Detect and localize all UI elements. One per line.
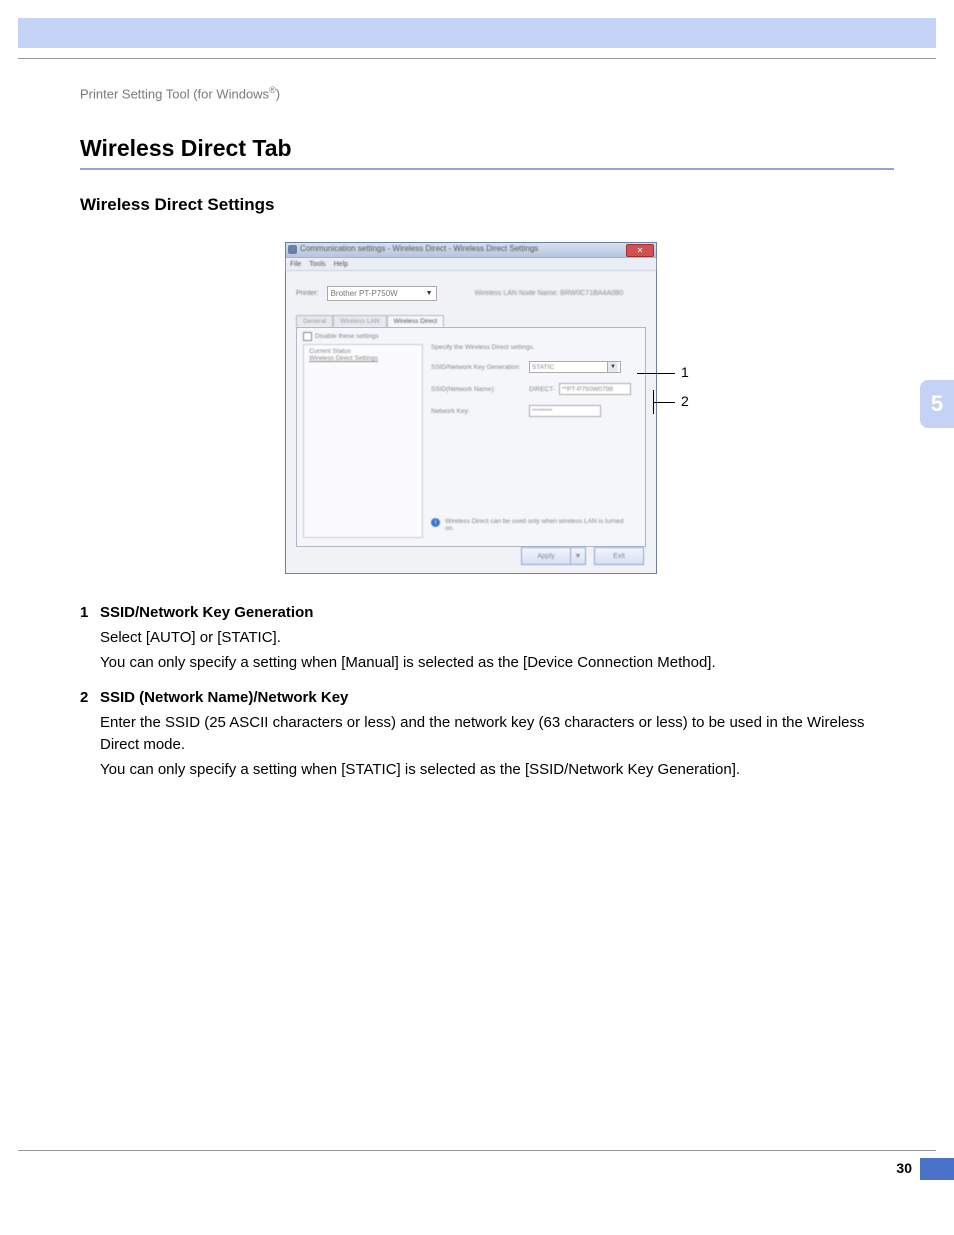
menu-tools[interactable]: Tools [309,261,325,268]
item-desc: Select [AUTO] or [STATIC]. [100,627,894,649]
close-button[interactable]: ✕ [626,244,654,257]
menu-help[interactable]: Help [334,261,348,268]
page-number: 30 [896,1160,912,1176]
ssid-prefix: DIRECT- [529,386,555,393]
callout-2: 2 [681,393,689,409]
item-num: 1 [80,602,100,624]
item-desc: You can only specify a setting when [Man… [100,652,894,674]
callout-1: 1 [681,364,689,380]
item-title: SSID/Network Key Generation [100,602,313,624]
ssid-name-input[interactable]: **PT-P750W0798 [559,383,631,395]
page-title: Wireless Direct Tab [80,135,292,162]
top-bar [18,18,936,48]
breadcrumb-sup: ® [269,85,276,95]
ssid-gen-label: SSID/Network Key Generation: [431,364,529,371]
apply-menu-button[interactable]: ▼ [570,547,586,565]
network-key-input[interactable]: ******** [529,405,601,417]
network-key-label: Network Key: [431,408,529,415]
chevron-down-icon: ▼ [607,362,618,372]
subheading: Wireless Direct Settings [80,195,274,215]
settings-area: Specify the Wireless Direct settings. SS… [431,344,639,538]
menubar: File Tools Help [286,258,656,271]
section-label: Specify the Wireless Direct settings. [431,344,535,351]
item-title: SSID (Network Name)/Network Key [100,687,348,709]
nav-tree: Current Status Wireless Direct Settings [303,344,423,538]
titlebar-text: Communication settings - Wireless Direct… [300,244,538,253]
menu-file[interactable]: File [290,261,301,268]
ssid-gen-value: STATIC [532,364,554,371]
printer-label: Printer: [296,290,319,297]
disable-label: Disable these settings [315,333,379,340]
ssid-gen-select[interactable]: STATIC ▼ [529,361,621,373]
chapter-tab: 5 [920,380,954,428]
node-name: Wireless LAN Node Name: BRW0C71BA4A0B0 [475,290,624,297]
header-rule [18,58,936,59]
tab-general[interactable]: General [296,315,333,327]
button-row: Apply ▼ Exit [521,547,644,565]
tree-item-status[interactable]: Current Status [309,348,417,355]
checkbox-icon [303,332,312,341]
disable-checkbox[interactable]: Disable these settings [303,332,379,341]
settings-panel: Disable these settings Current Status Wi… [296,327,646,547]
note-text: Wireless Direct can be used only when wi… [445,518,633,532]
toolbar: Printer: Brother PT-P750W ▼ Wireless LAN… [286,271,656,315]
breadcrumb-pre: Printer Setting Tool (for Windows [80,86,269,101]
breadcrumb: Printer Setting Tool (for Windows®) [80,85,280,101]
dialog-window: Communication settings - Wireless Direct… [285,242,657,574]
title-rule [80,168,894,170]
tabs: General Wireless LAN Wireless Direct [296,315,656,327]
item-desc: Enter the SSID (25 ASCII characters or l… [100,712,894,756]
exit-button[interactable]: Exit [594,547,644,565]
ssid-name-label: SSID(Network Name): [431,386,529,393]
tab-wireless-direct[interactable]: Wireless Direct [387,315,445,327]
tree-item-wd-settings[interactable]: Wireless Direct Settings [309,355,417,362]
printer-value: Brother PT-P750W [331,289,398,298]
info-icon: i [431,518,440,527]
body-text: 1 SSID/Network Key Generation Select [AU… [80,598,894,780]
apply-button[interactable]: Apply [521,547,570,565]
tab-wireless-lan[interactable]: Wireless LAN [333,315,386,327]
info-note: i Wireless Direct can be used only when … [431,518,633,532]
page-number-tab [920,1158,954,1180]
breadcrumb-post: ) [276,86,280,101]
footer-rule [18,1150,936,1151]
screenshot-figure: Communication settings - Wireless Direct… [285,242,665,576]
chevron-down-icon: ▼ [426,290,433,297]
item-desc: You can only specify a setting when [STA… [100,759,894,781]
item-num: 2 [80,687,100,709]
app-icon [288,245,297,254]
titlebar: Communication settings - Wireless Direct… [286,243,656,258]
printer-select[interactable]: Brother PT-P750W ▼ [327,286,437,301]
